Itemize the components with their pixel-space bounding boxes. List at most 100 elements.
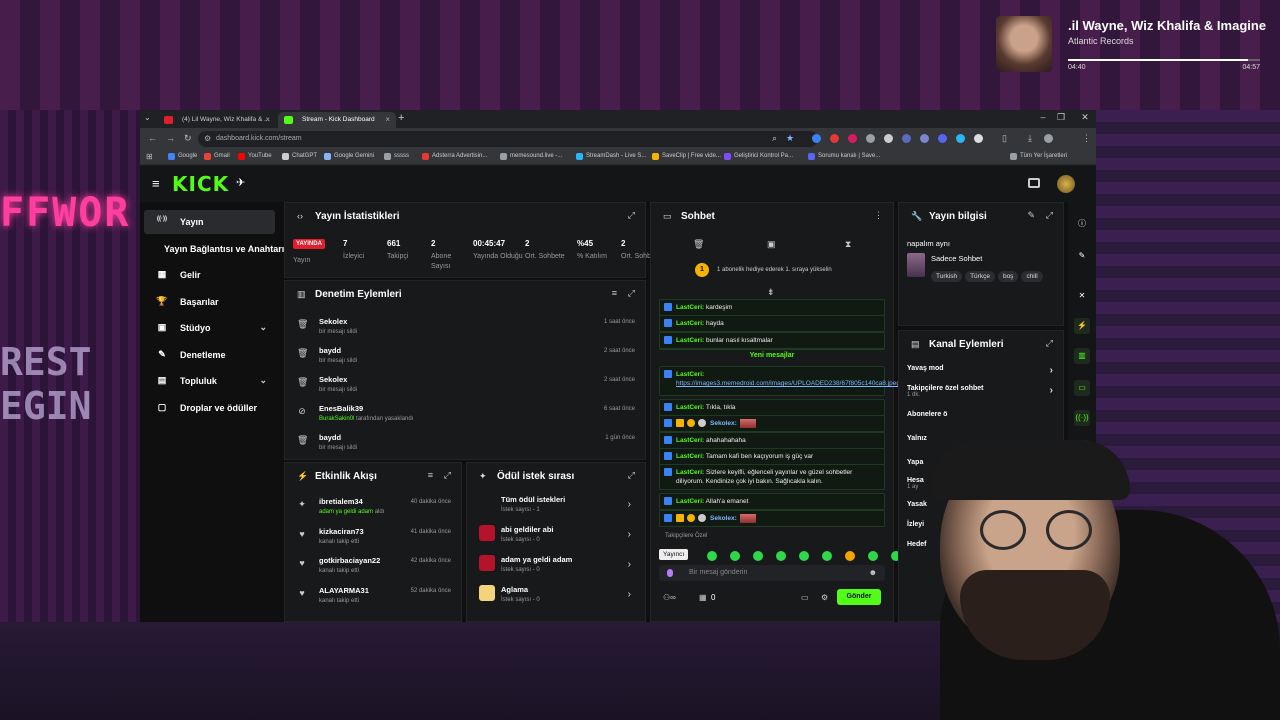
- reward-row[interactable]: adam ya geldi adam İstek sayısı - 0 ›: [475, 553, 637, 581]
- tab-kick-dashboard[interactable]: Stream - Kick Dashboard ×: [278, 112, 396, 128]
- chat-username[interactable]: LastCeri:: [676, 304, 704, 311]
- download-icon[interactable]: ⤓: [1028, 133, 1032, 144]
- activity-row[interactable]: ♥ ALAYARMA31 kanalı takip etti 52 dakika ön…: [293, 584, 453, 612]
- chat-message[interactable]: LastCeri: https://images3.memedroid.com/i…: [659, 366, 900, 396]
- chevron-right-icon[interactable]: ›: [628, 559, 631, 570]
- extension-icon[interactable]: [830, 134, 839, 143]
- extension-icon[interactable]: [884, 134, 893, 143]
- chevron-right-icon[interactable]: ›: [628, 589, 631, 600]
- chat-message[interactable]: LastCeri: bunlar nasıl kısaltmalar: [659, 332, 885, 349]
- sidebar-item-broadcast[interactable]: ((·)) Yayın: [144, 210, 275, 234]
- moderation-row[interactable]: ⊘ EnesBalik39 BurakSakin0l tarafından yasa…: [293, 402, 637, 430]
- emote-icon[interactable]: [776, 551, 786, 561]
- bookmark-item[interactable]: Geliştirici Kontrol Pa...: [724, 153, 793, 160]
- popout-icon[interactable]: ⤢: [628, 470, 635, 481]
- chat-username[interactable]: LastCeri:: [676, 453, 704, 460]
- bookmark-item[interactable]: SaveClip | Free vide...: [652, 153, 721, 160]
- viewers-icon[interactable]: ⚇∞: [663, 593, 676, 602]
- reload-icon[interactable]: ↻: [184, 133, 192, 144]
- sidebar-item-community[interactable]: ▤ Topluluk ⌄: [144, 369, 275, 393]
- new-tab-icon[interactable]: +: [398, 112, 404, 124]
- chat-username[interactable]: LastCeri:: [676, 320, 704, 327]
- profile-icon[interactable]: [1044, 134, 1053, 143]
- stream-tag[interactable]: chill: [1021, 271, 1043, 282]
- channel-action-row[interactable]: Takipçilere özel sohbet 1 dk. ›: [907, 385, 1057, 398]
- inbox-icon[interactable]: [1028, 178, 1040, 188]
- chat-username[interactable]: LastCeri:: [676, 337, 704, 344]
- edit-icon[interactable]: ✎: [1027, 210, 1035, 221]
- bookmark-item[interactable]: Tüm Yer İşaretleri: [1010, 153, 1067, 160]
- popout-icon[interactable]: ⤢: [1046, 338, 1053, 349]
- emote-icon[interactable]: [707, 551, 717, 561]
- chat-username[interactable]: Sekolex:: [710, 420, 737, 427]
- browser-menu-icon[interactable]: ⋮: [1082, 133, 1091, 144]
- avatar[interactable]: [1057, 175, 1075, 193]
- chat-username[interactable]: LastCeri:: [676, 437, 704, 444]
- activity-row[interactable]: ♥ gotkirbaciayan22 kanalı takip etti 42 dak…: [293, 554, 453, 582]
- moderation-row[interactable]: 🗑 Sekolex bir mesajı sildi 2 saat önce: [293, 373, 637, 401]
- bookmark-item[interactable]: Google: [168, 153, 197, 160]
- pin-icon[interactable]: ✈: [236, 176, 245, 189]
- chat-input[interactable]: Bir mesaj gönderin ☻: [659, 565, 885, 581]
- emote-icon[interactable]: [730, 551, 740, 561]
- reward-row[interactable]: Tüm ödül istekleri İstek sayısı - 1 ›: [475, 493, 637, 521]
- chat-username[interactable]: LastCeri:: [676, 404, 704, 411]
- chevron-down-icon[interactable]: ⌄: [259, 322, 267, 333]
- chat-link[interactable]: https://images3.memedroid.com/images/UPL…: [676, 380, 900, 387]
- extension-icon[interactable]: [812, 134, 821, 143]
- chevron-right-icon[interactable]: ›: [1050, 365, 1053, 376]
- back-icon[interactable]: ←: [148, 133, 157, 143]
- info-icon[interactable]: ⓘ: [1074, 216, 1090, 232]
- close-window-icon[interactable]: ✕: [1078, 112, 1092, 123]
- edit-icon[interactable]: ✎: [1074, 248, 1090, 264]
- chat-username[interactable]: LastCeri:: [676, 371, 704, 378]
- chat-username[interactable]: Sekolex:: [710, 515, 737, 522]
- close-tab-icon[interactable]: ×: [265, 115, 270, 124]
- chat-options-icon[interactable]: ▭: [801, 593, 809, 602]
- forward-icon[interactable]: →: [166, 133, 175, 143]
- close-tab-icon[interactable]: ×: [385, 115, 390, 124]
- chat-message[interactable]: LastCeri: Allah'a emanet: [659, 493, 885, 510]
- bookmark-item[interactable]: StreamDash - Live S...: [576, 153, 646, 160]
- activity-row[interactable]: ♥ kizkaciran73 kanalı takip etti 41 dakika …: [293, 525, 453, 553]
- bookmark-item[interactable]: Gmail: [204, 153, 230, 160]
- extension-icon[interactable]: [902, 134, 911, 143]
- trash-icon[interactable]: 🗑: [693, 239, 704, 250]
- chat-message[interactable]: LastCeri: kardeşim: [659, 299, 885, 316]
- moderation-row[interactable]: 🗑 Sekolex bir mesajı sildi 1 saat önce: [293, 315, 637, 343]
- popout-icon[interactable]: ⤢: [628, 288, 635, 299]
- chat-message[interactable]: Sekolex:: [659, 510, 885, 528]
- emote-icon[interactable]: [845, 551, 855, 561]
- popout-icon[interactable]: ⤢: [1046, 210, 1053, 221]
- extension-icon[interactable]: [920, 134, 929, 143]
- reward-row[interactable]: abi geldiler abi İstek sayısı - 0 ›: [475, 523, 637, 551]
- emote-icon[interactable]: [799, 551, 809, 561]
- chat-message[interactable]: LastCeri: hayda: [659, 315, 885, 332]
- tab-search-icon[interactable]: ⌄: [144, 113, 151, 122]
- popout-icon[interactable]: ⤢: [628, 210, 635, 221]
- chat-bubble-icon[interactable]: ▣: [767, 239, 776, 250]
- apps-icon[interactable]: ⊞: [146, 152, 153, 161]
- bookmark-item[interactable]: sssss: [384, 153, 409, 160]
- sidebar-item-trophy[interactable]: 🏆 Başarılar: [144, 290, 275, 314]
- moderation-row[interactable]: 🗑 baydd bir mesajı sildi 1 gün önce: [293, 431, 637, 459]
- emote-icon[interactable]: [822, 551, 832, 561]
- stream-tag[interactable]: Türkçe: [965, 271, 995, 282]
- tab-youtube[interactable]: (4) Lil Wayne, Wiz Khalifa & ... ×: [158, 112, 276, 128]
- popout-icon[interactable]: ⤢: [444, 470, 451, 481]
- restore-icon[interactable]: ❐: [1054, 112, 1068, 123]
- site-info-icon[interactable]: ⚙: [204, 134, 211, 143]
- chat-message[interactable]: LastCeri: Sizlere keyifli, eğlenceli yay…: [659, 464, 885, 490]
- bookmark-item[interactable]: memesound.live -...: [500, 153, 562, 160]
- extension-icon[interactable]: [866, 134, 875, 143]
- bolt-icon[interactable]: ⚡: [1074, 318, 1090, 334]
- kick-logo[interactable]: KICK: [172, 172, 229, 196]
- bookmark-item[interactable]: YouTube: [238, 153, 272, 160]
- chevron-down-icon[interactable]: ⌄: [259, 375, 267, 386]
- menu-icon[interactable]: ≡: [152, 176, 160, 191]
- chevron-right-icon[interactable]: ›: [628, 499, 631, 510]
- extension-icon[interactable]: [938, 134, 947, 143]
- bookmark-item[interactable]: Sorumu kanalı | Save...: [808, 153, 880, 160]
- activity-row[interactable]: ✦ ibretialem34 adam ya geldi adam aldı 40 d…: [293, 495, 453, 523]
- extension-icon[interactable]: [848, 134, 857, 143]
